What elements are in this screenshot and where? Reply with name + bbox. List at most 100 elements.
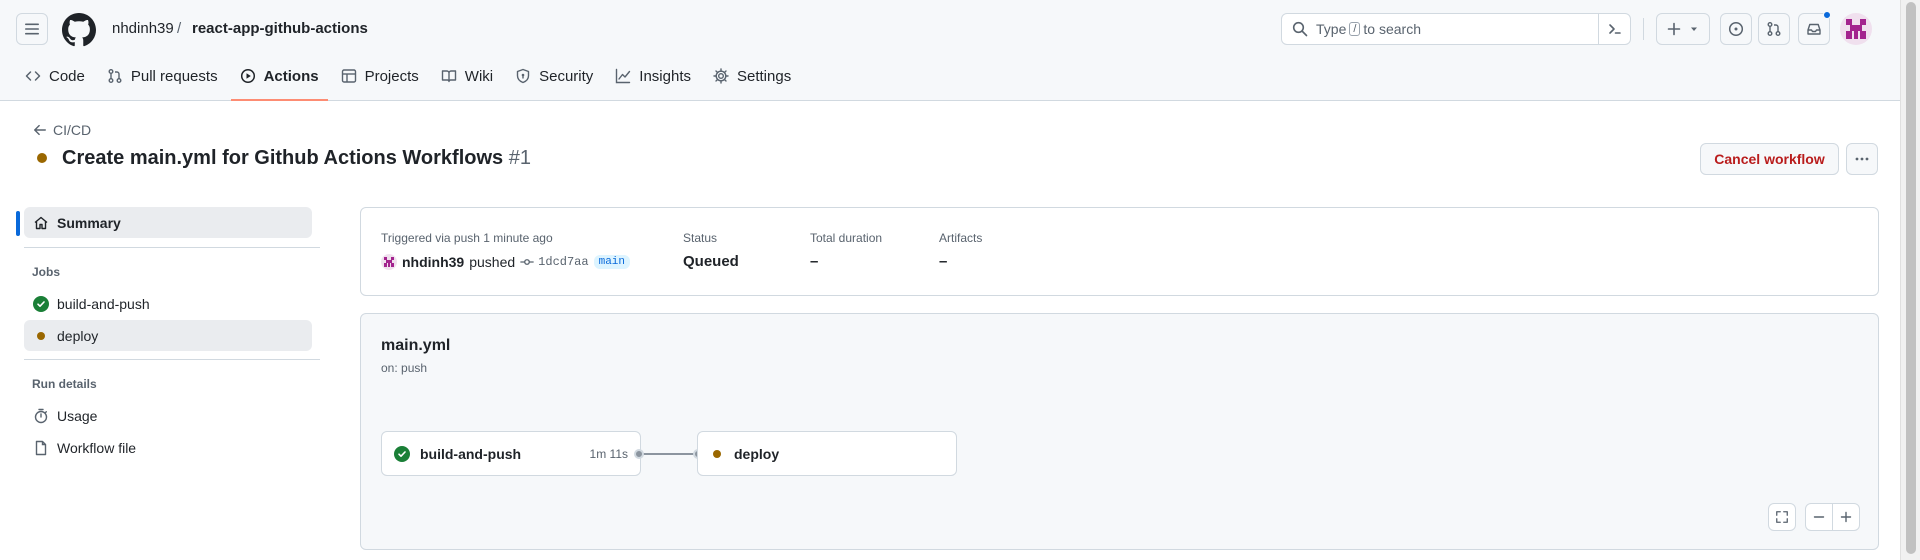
header-divider: [1643, 18, 1644, 40]
job-name: build-and-push: [420, 445, 522, 462]
back-link-label: CI/CD: [53, 122, 92, 138]
run-status-queued-icon: [37, 153, 47, 163]
tab-projects[interactable]: Projects: [332, 62, 428, 90]
actor-link[interactable]: nhdinh39: [402, 254, 464, 270]
sidebar-item-label: Workflow file: [57, 439, 137, 456]
cancel-workflow-button[interactable]: Cancel workflow: [1700, 143, 1839, 175]
unread-indicator: [1823, 11, 1831, 19]
kebab-horizontal-icon: [1855, 157, 1869, 161]
home-icon: [34, 216, 48, 229]
status-label: Status: [683, 231, 718, 245]
search-shortcut-key: /: [1349, 22, 1361, 36]
tab-actions[interactable]: Actions: [230, 62, 328, 101]
tab-wiki[interactable]: Wiki: [432, 62, 502, 90]
arrow-left-icon: [34, 124, 46, 136]
workflow-trigger: on: push: [381, 361, 428, 375]
zoom-in-button[interactable]: [1832, 503, 1860, 531]
repo-nav-tabs: Code Pull requests Actions Projects Wiki…: [16, 62, 804, 101]
code-icon: [25, 71, 41, 81]
zoom-out-button[interactable]: [1805, 503, 1833, 531]
branch-badge[interactable]: main: [593, 255, 630, 269]
workflow-graph: main.yml on: push build-and-push 1m 11s …: [360, 313, 1879, 550]
plus-icon: [1667, 22, 1681, 36]
sidebar-item-label: deploy: [57, 327, 99, 344]
breadcrumb-separator: /: [177, 20, 182, 37]
tab-insights[interactable]: Insights: [606, 62, 700, 90]
sidebar-item-label: Usage: [57, 407, 98, 424]
issues-button[interactable]: [1720, 13, 1752, 45]
command-palette-button[interactable]: [1598, 14, 1630, 44]
tab-code[interactable]: Code: [16, 62, 94, 90]
jobs-heading: Jobs: [32, 265, 61, 279]
github-logo-icon[interactable]: [62, 13, 96, 47]
identicon-icon: [1840, 13, 1872, 45]
tab-label: Insights: [639, 67, 691, 85]
run-summary-card: Triggered via push 1 minute ago nhdinh39…: [360, 207, 1879, 296]
search-icon: [1292, 21, 1308, 37]
tab-pull-requests[interactable]: Pull requests: [98, 62, 227, 90]
job-card-build-and-push[interactable]: build-and-push 1m 11s: [381, 431, 641, 476]
sidebar-divider: [24, 247, 320, 248]
screen-full-icon: [1776, 511, 1788, 523]
git-commit-icon: [520, 259, 534, 265]
user-avatar[interactable]: [1840, 13, 1872, 45]
tab-label: Settings: [737, 67, 792, 85]
search-placeholder-prefix: Type: [1316, 21, 1347, 37]
artifacts-value: –: [939, 253, 948, 270]
more-options-button[interactable]: [1846, 143, 1878, 175]
file-icon: [35, 440, 47, 455]
triangle-down-icon: [1691, 27, 1697, 31]
artifacts-label: Artifacts: [939, 231, 983, 245]
tab-settings[interactable]: Settings: [704, 62, 800, 90]
pull-requests-button[interactable]: [1758, 13, 1790, 45]
search-placeholder-suffix: to search: [1363, 21, 1422, 37]
shield-icon: [516, 68, 530, 84]
sidebar-job-build-and-push[interactable]: build-and-push: [24, 288, 312, 319]
breadcrumb-repo[interactable]: react-app-github-actions: [192, 20, 368, 37]
sidebar-item-label: Summary: [57, 214, 121, 231]
job-card-deploy[interactable]: deploy: [697, 431, 957, 476]
sidebar-item-workflow-file[interactable]: Workflow file: [24, 432, 312, 463]
issue-opened-icon: [1728, 21, 1744, 37]
duration-value: –: [810, 253, 819, 270]
page-scrollbar[interactable]: [1900, 0, 1920, 560]
check-circle-icon: [33, 295, 49, 312]
menu-button[interactable]: [16, 13, 48, 45]
hamburger-icon: [25, 23, 39, 35]
gear-icon: [713, 68, 729, 84]
workflow-file-name: main.yml: [381, 337, 451, 354]
check-circle-icon: [394, 445, 410, 462]
actor-avatar[interactable]: [381, 254, 397, 270]
scrollbar-thumb[interactable]: [1906, 2, 1916, 554]
table-icon: [341, 69, 356, 83]
page-title: Create main.yml for Github Actions Workf…: [62, 147, 531, 170]
job-name: deploy: [734, 445, 780, 462]
sidebar-item-usage[interactable]: Usage: [24, 400, 312, 431]
sidebar-job-deploy[interactable]: deploy: [24, 320, 312, 351]
breadcrumb-owner[interactable]: nhdinh39: [112, 20, 174, 37]
back-to-workflow-link[interactable]: CI/CD: [33, 122, 91, 138]
commit-link[interactable]: 1dcd7aa: [520, 255, 589, 269]
graph-icon: [616, 68, 631, 84]
create-new-button[interactable]: [1656, 13, 1710, 45]
job-dependency-line: [639, 453, 698, 455]
tab-label: Actions: [263, 67, 319, 85]
active-item-indicator: [16, 211, 20, 236]
run-title-text: Create main.yml for Github Actions Workf…: [62, 147, 504, 169]
trigger-text: Triggered via push 1 minute ago: [381, 231, 553, 245]
queued-dot-icon: [37, 331, 45, 340]
pull-request-icon: [108, 69, 122, 83]
terminal-icon: [1608, 24, 1621, 34]
sidebar-item-summary[interactable]: Summary: [24, 207, 312, 238]
search-input[interactable]: Type / to search: [1281, 13, 1631, 45]
fullscreen-button[interactable]: [1768, 503, 1796, 531]
stopwatch-icon: [34, 408, 48, 423]
tab-label: Code: [49, 67, 85, 85]
tab-label: Pull requests: [130, 67, 218, 85]
tab-security[interactable]: Security: [506, 62, 602, 90]
identicon-icon: [381, 254, 397, 270]
job-duration: 1m 11s: [589, 446, 628, 461]
commit-sha: 1dcd7aa: [538, 255, 589, 269]
sidebar-item-label: build-and-push: [57, 295, 150, 312]
tab-label: Projects: [364, 67, 419, 85]
